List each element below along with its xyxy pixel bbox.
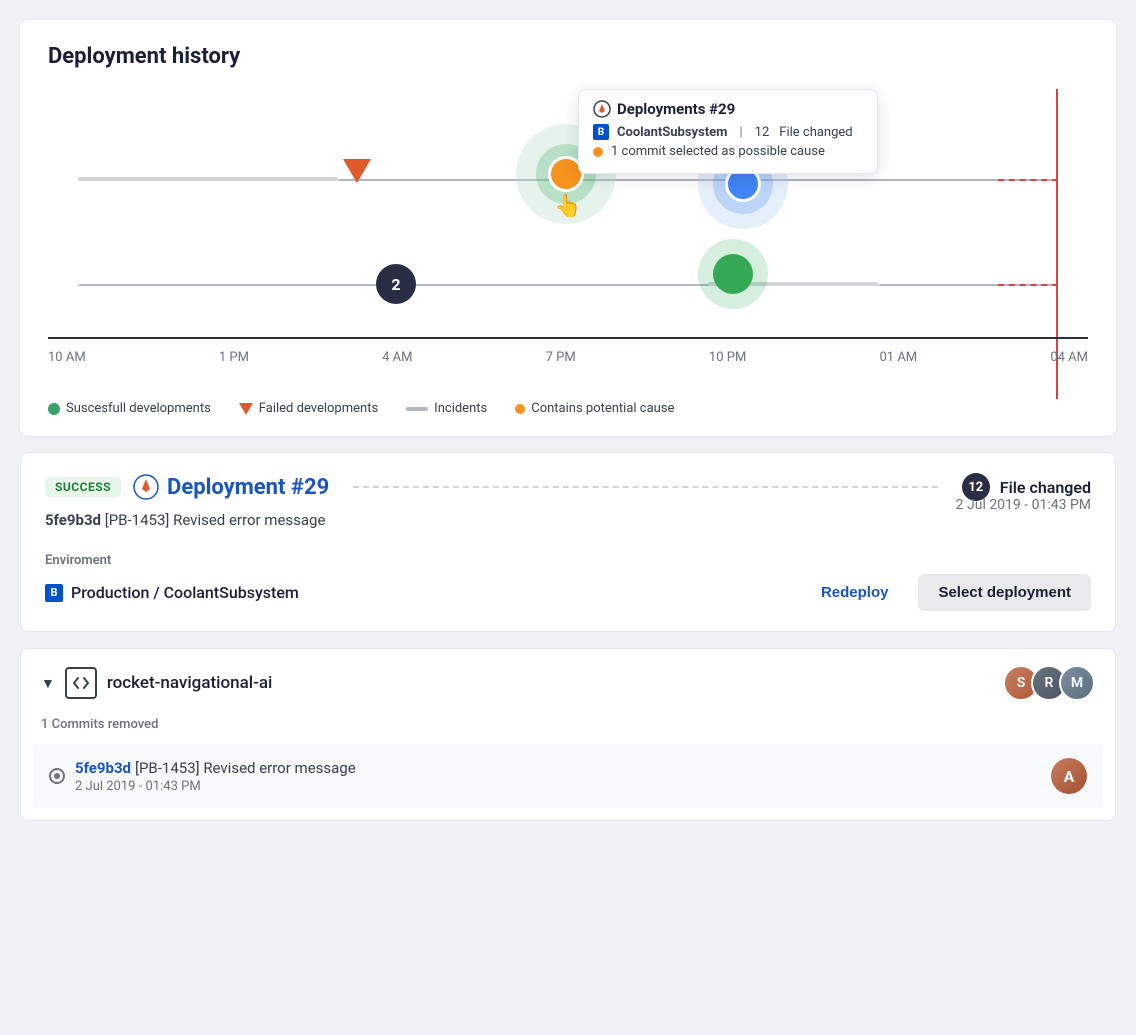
timeline-label-6: 04 AM bbox=[1050, 350, 1088, 365]
commit-hash-link[interactable]: 5fe9b3d bbox=[75, 759, 131, 777]
legend-failed: Failed developments bbox=[239, 401, 378, 416]
tooltip-title: Deployments #29 bbox=[593, 100, 863, 118]
legend-dash-icon bbox=[406, 407, 428, 411]
timeline: 👆 2 Deployments #29 B Coo bbox=[48, 89, 1088, 389]
chevron-down-icon: ▼ bbox=[41, 675, 55, 692]
code-icon bbox=[65, 667, 97, 699]
tooltip-env-row: B CoolantSubsystem | 12 File changed bbox=[593, 124, 863, 140]
legend-green-dot-icon bbox=[48, 403, 60, 415]
tooltip-commit-row: 1 commit selected as possible cause bbox=[593, 144, 863, 159]
separator-line bbox=[353, 486, 938, 488]
failed-marker bbox=[343, 159, 371, 183]
commit-message: [PB-1453] Revised error message bbox=[135, 759, 356, 777]
commit-info: 5fe9b3d [PB-1453] Revised error message … bbox=[75, 758, 1041, 794]
page-title: Deployment history bbox=[48, 44, 1088, 69]
bitbucket-env-icon: B bbox=[45, 584, 63, 602]
repo-header[interactable]: ▼ rocket-navigational-ai S R M bbox=[21, 649, 1115, 717]
track-bar-1 bbox=[78, 177, 338, 181]
deployment-commit: 5fe9b3d [PB-1453] Revised error message bbox=[45, 511, 325, 529]
select-deployment-button[interactable]: Select deployment bbox=[918, 574, 1091, 611]
commit-date: 2 Jul 2019 - 01:43 PM bbox=[75, 779, 1041, 794]
repo-avatars: S R M bbox=[1003, 665, 1095, 701]
red-dashed-top bbox=[998, 179, 1058, 181]
track-dashed-2 bbox=[78, 284, 758, 286]
timeline-legend: Suscesfull developments Failed developme… bbox=[48, 401, 1088, 416]
legend-incidents: Incidents bbox=[406, 401, 487, 416]
deployment-detail-card: SUCCESS Deployment #29 12 File changed 5… bbox=[20, 452, 1116, 632]
green-dot-marker bbox=[713, 254, 753, 294]
environment-name: B Production / CoolantSubsystem bbox=[45, 583, 299, 602]
success-badge: SUCCESS bbox=[45, 477, 121, 497]
incident-badge: 2 bbox=[376, 264, 416, 304]
timeline-label-2: 4 AM bbox=[382, 350, 412, 365]
deployment-title: Deployment #29 bbox=[133, 474, 329, 500]
timeline-label-1: 1 PM bbox=[219, 350, 249, 365]
legend-triangle-icon bbox=[239, 403, 253, 415]
timeline-label-5: 01 AM bbox=[879, 350, 917, 365]
bitbucket-icon: B bbox=[593, 124, 609, 140]
deployment-header: SUCCESS Deployment #29 12 File changed bbox=[45, 473, 1091, 501]
legend-orange-dot-icon bbox=[515, 404, 525, 414]
timeline-labels: 10 AM 1 PM 4 AM 7 PM 10 PM 01 AM 04 AM bbox=[48, 350, 1088, 365]
environment-label: Enviroment bbox=[45, 553, 1091, 568]
timeline-label-0: 10 AM bbox=[48, 350, 86, 365]
repo-card: ▼ rocket-navigational-ai S R M 1 Commits… bbox=[20, 648, 1116, 821]
redeploy-button[interactable]: Redeploy bbox=[805, 576, 905, 609]
repo-name: rocket-navigational-ai bbox=[107, 673, 273, 693]
deployment-tooltip: Deployments #29 B CoolantSubsystem | 12 … bbox=[578, 89, 878, 174]
deployment-date: 2 Jul 2019 - 01:43 PM bbox=[956, 497, 1091, 513]
commit-row: 5fe9b3d [PB-1453] Revised error message … bbox=[33, 744, 1103, 808]
gitlab-icon bbox=[593, 100, 611, 118]
timeline-axis bbox=[48, 337, 1088, 339]
committer-avatar: A bbox=[1051, 758, 1087, 794]
file-changed-label: File changed bbox=[1000, 478, 1091, 497]
orange-dot-icon bbox=[593, 147, 603, 157]
timeline-label-4: 10 PM bbox=[709, 350, 746, 365]
red-dashed-bottom bbox=[998, 284, 1058, 286]
commit-avatar: A bbox=[1051, 758, 1087, 794]
timeline-label-3: 7 PM bbox=[546, 350, 576, 365]
commits-removed-label: 1 Commits removed bbox=[21, 717, 1115, 744]
gitlab-logo-icon bbox=[133, 474, 159, 500]
avatar-3: M bbox=[1059, 665, 1095, 701]
environment-row: B Production / CoolantSubsystem Redeploy… bbox=[45, 574, 1091, 611]
cursor-icon: 👆 bbox=[554, 194, 581, 219]
legend-cause: Contains potential cause bbox=[515, 401, 674, 416]
legend-successful: Suscesfull developments bbox=[48, 401, 211, 416]
commit-dot-icon bbox=[49, 768, 65, 784]
deployment-history-card: Deployment history 👆 2 bbox=[20, 20, 1116, 436]
